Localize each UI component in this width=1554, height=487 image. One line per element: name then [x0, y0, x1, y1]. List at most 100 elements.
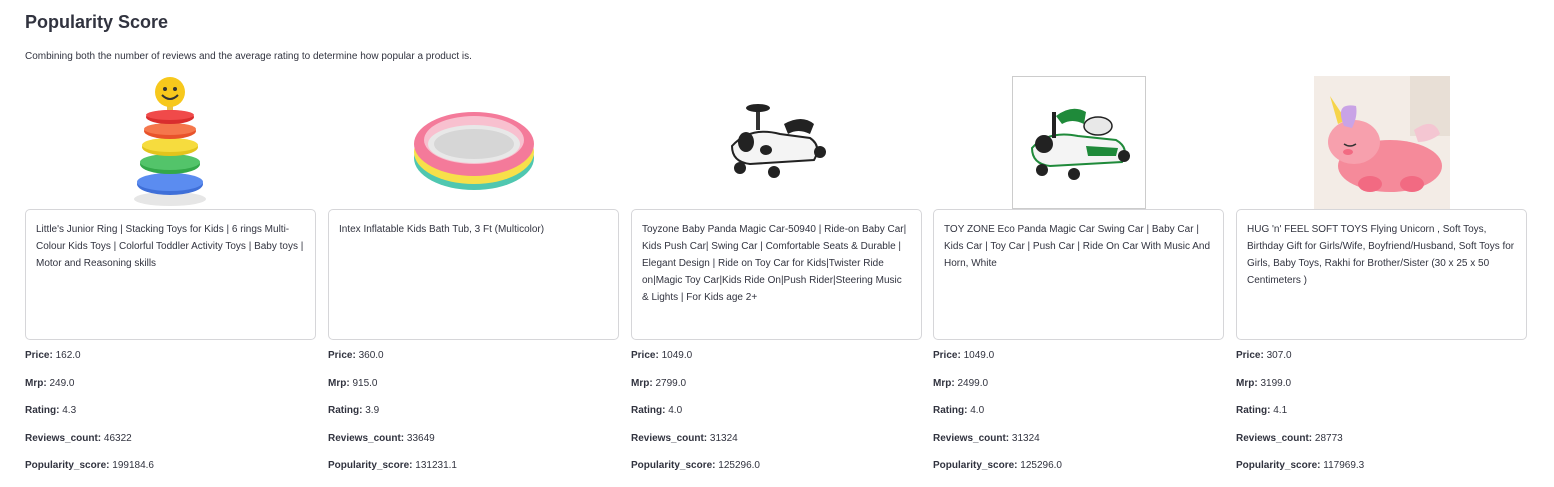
rating-value: 4.0 [970, 405, 985, 417]
mrp-row: Mrp: 2799.0 [631, 377, 922, 405]
mrp-label: Mrp: [328, 377, 350, 389]
product-image [25, 76, 316, 209]
mrp-label: Mrp: [933, 377, 955, 389]
popularity-score-value: 125296.0 [718, 460, 760, 472]
rating-row: Rating: 4.0 [631, 404, 922, 432]
product-card: Little's Junior Ring | Stacking Toys for… [25, 76, 316, 487]
popularity-score-value: 131231.1 [415, 460, 457, 472]
inflatable-tub-icon [414, 112, 534, 190]
mrp-value: 3199.0 [1260, 377, 1292, 389]
product-description: Intex Inflatable Kids Bath Tub, 3 Ft (Mu… [328, 209, 619, 340]
price-label: Price: [631, 350, 659, 361]
price-label: Price: [25, 350, 53, 361]
rating-row: Rating: 4.1 [1236, 404, 1527, 432]
price-value: 162.0 [55, 350, 81, 361]
price-row: Price: 1049.0 [933, 349, 1224, 377]
reviews-count-row: Reviews_count: 31324 [631, 432, 922, 460]
price-row: Price: 162.0 [25, 349, 316, 377]
popularity-score-row: Popularity_score: 199184.6 [25, 459, 316, 487]
price-row: Price: 1049.0 [631, 349, 922, 377]
page-title: Popularity Score [25, 12, 169, 32]
product-stats: Price: 1049.0 Mrp: 2799.0 Rating: 4.0 Re… [631, 349, 922, 487]
rating-label: Rating: [1236, 405, 1271, 417]
popularity-score-label: Popularity_score: [1236, 460, 1321, 472]
mrp-value: 249.0 [49, 377, 75, 389]
product-card: Toyzone Baby Panda Magic Car-50940 | Rid… [631, 76, 922, 487]
price-value: 360.0 [358, 350, 384, 361]
reviews-count-label: Reviews_count: [1236, 432, 1313, 444]
reviews-count-row: Reviews_count: 31324 [933, 432, 1224, 460]
rating-row: Rating: 3.9 [328, 404, 619, 432]
product-description: TOY ZONE Eco Panda Magic Car Swing Car |… [933, 209, 1224, 340]
reviews-count-label: Reviews_count: [25, 432, 102, 444]
reviews-count-label: Reviews_count: [933, 432, 1010, 444]
price-label: Price: [1236, 350, 1264, 361]
reviews-count-label: Reviews_count: [328, 432, 405, 444]
reviews-count-value: 31324 [1011, 432, 1040, 444]
popularity-score-value: 125296.0 [1020, 460, 1062, 472]
popularity-score-label: Popularity_score: [933, 460, 1018, 472]
mrp-row: Mrp: 915.0 [328, 377, 619, 405]
mrp-row: Mrp: 2499.0 [933, 377, 1224, 405]
mrp-label: Mrp: [25, 377, 47, 389]
mrp-value: 2499.0 [957, 377, 989, 389]
reviews-count-row: Reviews_count: 28773 [1236, 432, 1527, 460]
product-image [328, 76, 619, 209]
mrp-row: Mrp: 3199.0 [1236, 377, 1527, 405]
product-description: Little's Junior Ring | Stacking Toys for… [25, 209, 316, 340]
panda-magic-car-icon [710, 76, 843, 209]
rating-row: Rating: 4.0 [933, 404, 1224, 432]
mrp-label: Mrp: [1236, 377, 1258, 389]
reviews-count-label: Reviews_count: [631, 432, 708, 444]
reviews-count-value: 33649 [406, 432, 435, 444]
rating-label: Rating: [631, 405, 666, 417]
price-value: 307.0 [1266, 350, 1292, 361]
price-label: Price: [328, 350, 356, 361]
product-image [1236, 76, 1527, 209]
product-description: Toyzone Baby Panda Magic Car-50940 | Rid… [631, 209, 922, 340]
popularity-score-value: 117969.3 [1323, 460, 1365, 472]
reviews-count-row: Reviews_count: 46322 [25, 432, 316, 460]
mrp-label: Mrp: [631, 377, 653, 389]
reviews-count-row: Reviews_count: 33649 [328, 432, 619, 460]
product-stats: Price: 307.0 Mrp: 3199.0 Rating: 4.1 Rev… [1236, 349, 1527, 487]
product-stats: Price: 1049.0 Mrp: 2499.0 Rating: 4.0 Re… [933, 349, 1224, 487]
rating-value: 3.9 [365, 405, 380, 417]
product-stats: Price: 162.0 Mrp: 249.0 Rating: 4.3 Revi… [25, 349, 316, 487]
rating-label: Rating: [25, 405, 60, 417]
rating-value: 4.3 [62, 405, 77, 417]
popularity-score-row: Popularity_score: 125296.0 [631, 459, 922, 487]
popularity-score-row: Popularity_score: 117969.3 [1236, 459, 1527, 487]
mrp-row: Mrp: 249.0 [25, 377, 316, 405]
popularity-score-row: Popularity_score: 131231.1 [328, 459, 619, 487]
popularity-score-label: Popularity_score: [25, 460, 110, 472]
product-card: TOY ZONE Eco Panda Magic Car Swing Car |… [933, 76, 1224, 487]
product-stats: Price: 360.0 Mrp: 915.0 Rating: 3.9 Revi… [328, 349, 619, 487]
price-value: 1049.0 [963, 350, 995, 361]
unicorn-plush-icon [1314, 76, 1450, 209]
product-card: Intex Inflatable Kids Bath Tub, 3 Ft (Mu… [328, 76, 619, 487]
price-row: Price: 307.0 [1236, 349, 1527, 377]
product-description: HUG 'n' FEEL SOFT TOYS Flying Unicorn , … [1236, 209, 1527, 340]
rating-label: Rating: [328, 405, 363, 417]
eco-panda-car-icon [1012, 76, 1146, 209]
product-image [933, 76, 1224, 209]
reviews-count-value: 31324 [709, 432, 738, 444]
product-card: HUG 'n' FEEL SOFT TOYS Flying Unicorn , … [1236, 76, 1527, 487]
popularity-score-label: Popularity_score: [631, 460, 716, 472]
reviews-count-value: 28773 [1314, 432, 1343, 444]
price-row: Price: 360.0 [328, 349, 619, 377]
product-image [631, 76, 922, 209]
popularity-score-label: Popularity_score: [328, 460, 413, 472]
rating-row: Rating: 4.3 [25, 404, 316, 432]
stacking-rings-icon [134, 77, 206, 206]
price-label: Price: [933, 350, 961, 361]
mrp-value: 2799.0 [655, 377, 687, 389]
page-description: Combining both the number of reviews and… [25, 51, 472, 62]
price-value: 1049.0 [661, 350, 693, 361]
mrp-value: 915.0 [352, 377, 378, 389]
popularity-score-row: Popularity_score: 125296.0 [933, 459, 1224, 487]
rating-value: 4.0 [668, 405, 683, 417]
popularity-score-value: 199184.6 [112, 460, 154, 472]
rating-label: Rating: [933, 405, 968, 417]
